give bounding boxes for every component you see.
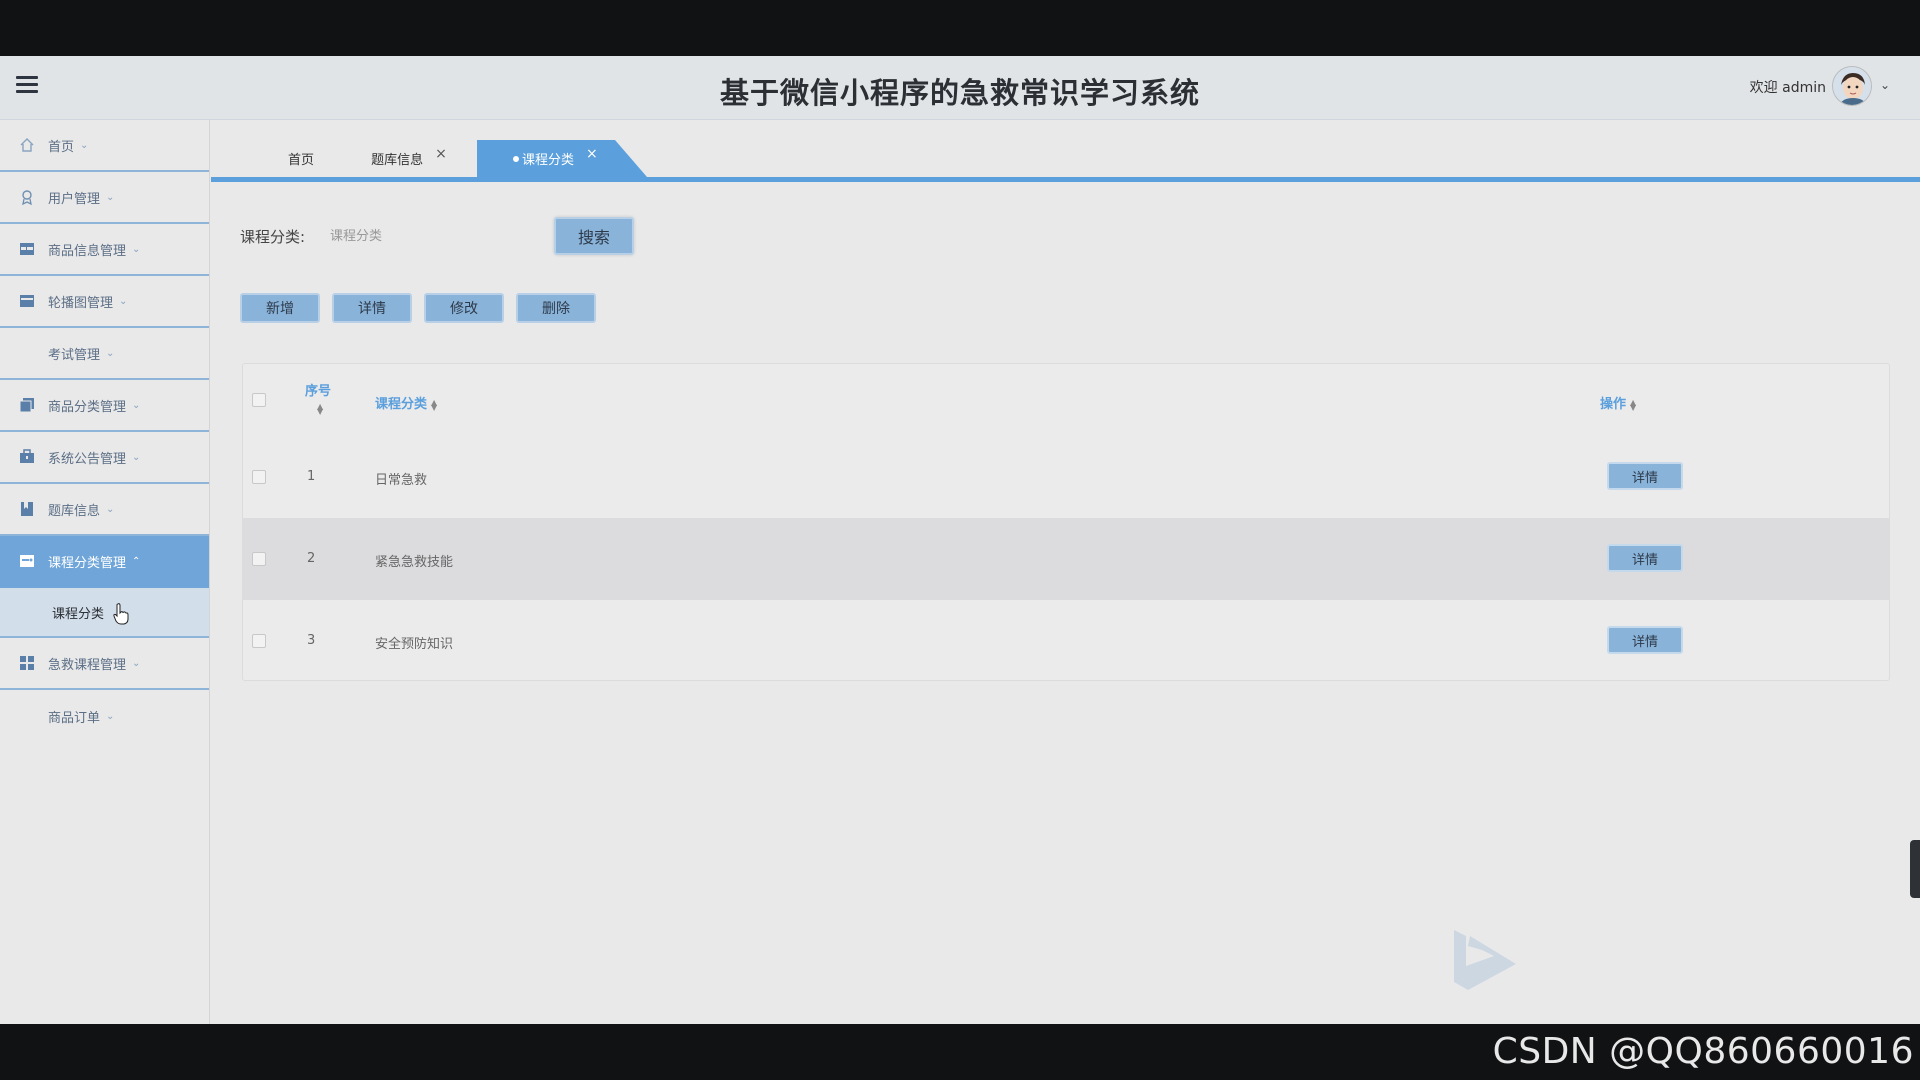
sidebar-item-label: 首页 <box>48 139 75 155</box>
sidebar-item-label: 轮播图管理 <box>48 295 114 311</box>
chevron-down-icon: ⌄ <box>132 399 141 411</box>
row-detail-button[interactable]: 详情 <box>1607 462 1683 490</box>
sidebar-item-label: 课程分类管理 <box>48 555 127 571</box>
search-input[interactable] <box>330 220 540 252</box>
row-category: 安全预防知识 <box>375 637 454 652</box>
sidebar-item-label: 题库信息 <box>48 503 101 519</box>
sidebar-item-firstaid-course[interactable]: 急救课程管理 ⌄ <box>0 638 209 690</box>
table-row: 1 日常急救 详情 <box>243 436 1889 518</box>
sidebar-item-label: 商品订单 <box>48 710 101 726</box>
sidebar-item-label: 商品信息管理 <box>48 243 127 259</box>
sidebar-item-label: 系统公告管理 <box>48 451 127 467</box>
briefcase-icon <box>18 448 36 466</box>
tab-label: 课程分类 <box>522 153 575 168</box>
copy-icon <box>18 396 36 414</box>
detail-button[interactable]: 详情 <box>332 293 412 323</box>
csdn-watermark: CSDN @QQ860660016 <box>1492 1031 1914 1072</box>
sort-icon[interactable]: ▲ ▼ <box>1630 398 1636 411</box>
sidebar-item-label: 急救课程管理 <box>48 657 127 673</box>
edit-button[interactable]: 修改 <box>424 293 504 323</box>
column-header-category[interactable]: 课程分类 ▲ ▼ <box>375 393 437 412</box>
sort-icon[interactable]: ▲ ▼ <box>431 398 437 411</box>
sidebar-item-exam[interactable]: 考试管理 ⌄ <box>0 328 209 380</box>
chevron-down-icon: ⌄ <box>132 451 141 463</box>
sidebar-item-orders[interactable]: 商品订单 ⌄ <box>0 690 209 742</box>
header-bar: 基于微信小程序的急救常识学习系统 欢迎 admin ⌄ <box>0 56 1920 120</box>
chevron-down-icon: ⌄ <box>106 347 115 359</box>
sidebar-item-users[interactable]: 用户管理 ⌄ <box>0 172 209 224</box>
row-detail-button[interactable]: 详情 <box>1607 626 1683 654</box>
sidebar-item-question-bank[interactable]: 题库信息 ⌄ <box>0 484 209 536</box>
tab-label: 首页 <box>287 153 314 168</box>
chevron-down-icon: ⌄ <box>132 243 141 255</box>
tab-course-category[interactable]: 课程分类 × <box>477 140 647 177</box>
tab-bar: 首页 题库信息 × 课程分类 × <box>211 140 1920 182</box>
app-title: 基于微信小程序的急救常识学习系统 <box>719 76 1200 110</box>
video-logo-icon <box>1454 930 1516 990</box>
data-table: 序号 ▲ ▼ 课程分类 ▲ ▼ 操作 ▲ ▼ 1 日常急救 详情 2 紧急急救技能 详情 … <box>242 363 1890 681</box>
table-row: 2 紧急急救技能 详情 <box>243 518 1889 600</box>
close-icon[interactable]: × <box>586 146 598 162</box>
sidebar-item-product-category[interactable]: 商品分类管理 ⌄ <box>0 380 209 432</box>
chevron-down-icon: ⌄ <box>132 657 141 669</box>
chevron-down-icon: ⌄ <box>119 295 128 307</box>
carousel-icon <box>18 292 36 310</box>
tab-question-bank[interactable]: 题库信息 × <box>359 140 459 177</box>
chevron-up-icon: ⌃ <box>132 555 141 567</box>
sidebar-item-product-info[interactable]: 商品信息管理 ⌄ <box>0 224 209 276</box>
chevron-down-icon: ⌄ <box>80 139 89 151</box>
home-icon <box>18 136 36 154</box>
grid-icon <box>18 654 36 672</box>
app-screen: 基于微信小程序的急救常识学习系统 欢迎 admin ⌄ 首页 ⌄ 用户管理 ⌄ <box>0 56 1920 1024</box>
close-icon[interactable]: × <box>435 146 447 162</box>
row-checkbox[interactable] <box>252 552 266 566</box>
table-header-row: 序号 ▲ ▼ 课程分类 ▲ ▼ 操作 ▲ ▼ <box>243 364 1889 436</box>
sort-icon[interactable]: ▲ ▼ <box>317 403 323 416</box>
chevron-down-icon[interactable]: ⌄ <box>1880 78 1890 92</box>
sidebar-item-carousel[interactable]: 轮播图管理 ⌄ <box>0 276 209 328</box>
sidebar-item-announcement[interactable]: 系统公告管理 ⌄ <box>0 432 209 484</box>
sidebar-item-label: 考试管理 <box>48 347 101 363</box>
folder-icon <box>18 552 36 570</box>
sidebar-subitem-course-category[interactable]: 课程分类 <box>0 588 209 638</box>
add-button[interactable]: 新增 <box>240 293 320 323</box>
search-label: 课程分类: <box>240 228 306 246</box>
hand-cursor-icon <box>113 603 129 625</box>
row-category: 紧急急救技能 <box>375 555 454 570</box>
sidebar: 首页 ⌄ 用户管理 ⌄ 商品信息管理 ⌄ 轮播图管理 ⌄ 考试管理 ⌄ 商品分类… <box>0 120 210 1024</box>
tab-label: 题库信息 <box>371 153 424 168</box>
row-checkbox[interactable] <box>252 470 266 484</box>
column-header-index[interactable]: 序号 <box>305 380 331 399</box>
sidebar-subitem-label: 课程分类 <box>52 606 105 622</box>
sidebar-item-label: 用户管理 <box>48 191 101 207</box>
welcome-text: 欢迎 admin <box>1749 80 1826 96</box>
table-row: 3 安全预防知识 详情 <box>243 600 1889 682</box>
menu-toggle-icon[interactable] <box>16 76 38 98</box>
row-index: 1 <box>307 469 316 484</box>
delete-button[interactable]: 删除 <box>516 293 596 323</box>
row-index: 3 <box>307 633 316 648</box>
sidebar-item-home[interactable]: 首页 ⌄ <box>0 120 209 172</box>
table-icon <box>18 240 36 258</box>
user-icon <box>18 188 36 206</box>
row-category: 日常急救 <box>375 473 428 488</box>
chevron-down-icon: ⌄ <box>106 710 115 722</box>
search-button[interactable]: 搜索 <box>554 217 634 255</box>
chevron-down-icon: ⌄ <box>106 191 115 203</box>
column-header-operations[interactable]: 操作 ▲ ▼ <box>1600 393 1636 412</box>
chevron-down-icon: ⌄ <box>106 503 115 515</box>
bookmark-icon <box>18 500 36 518</box>
scroll-handle[interactable] <box>1910 840 1920 898</box>
row-index: 2 <box>307 551 316 566</box>
sidebar-item-course-category[interactable]: 课程分类管理 ⌃ <box>0 536 209 588</box>
avatar[interactable] <box>1832 66 1872 106</box>
active-dot-icon <box>513 155 519 162</box>
tab-home[interactable]: 首页 <box>251 140 351 177</box>
sidebar-item-label: 商品分类管理 <box>48 399 127 415</box>
row-detail-button[interactable]: 详情 <box>1607 544 1683 572</box>
select-all-checkbox[interactable] <box>252 393 266 407</box>
row-checkbox[interactable] <box>252 634 266 648</box>
